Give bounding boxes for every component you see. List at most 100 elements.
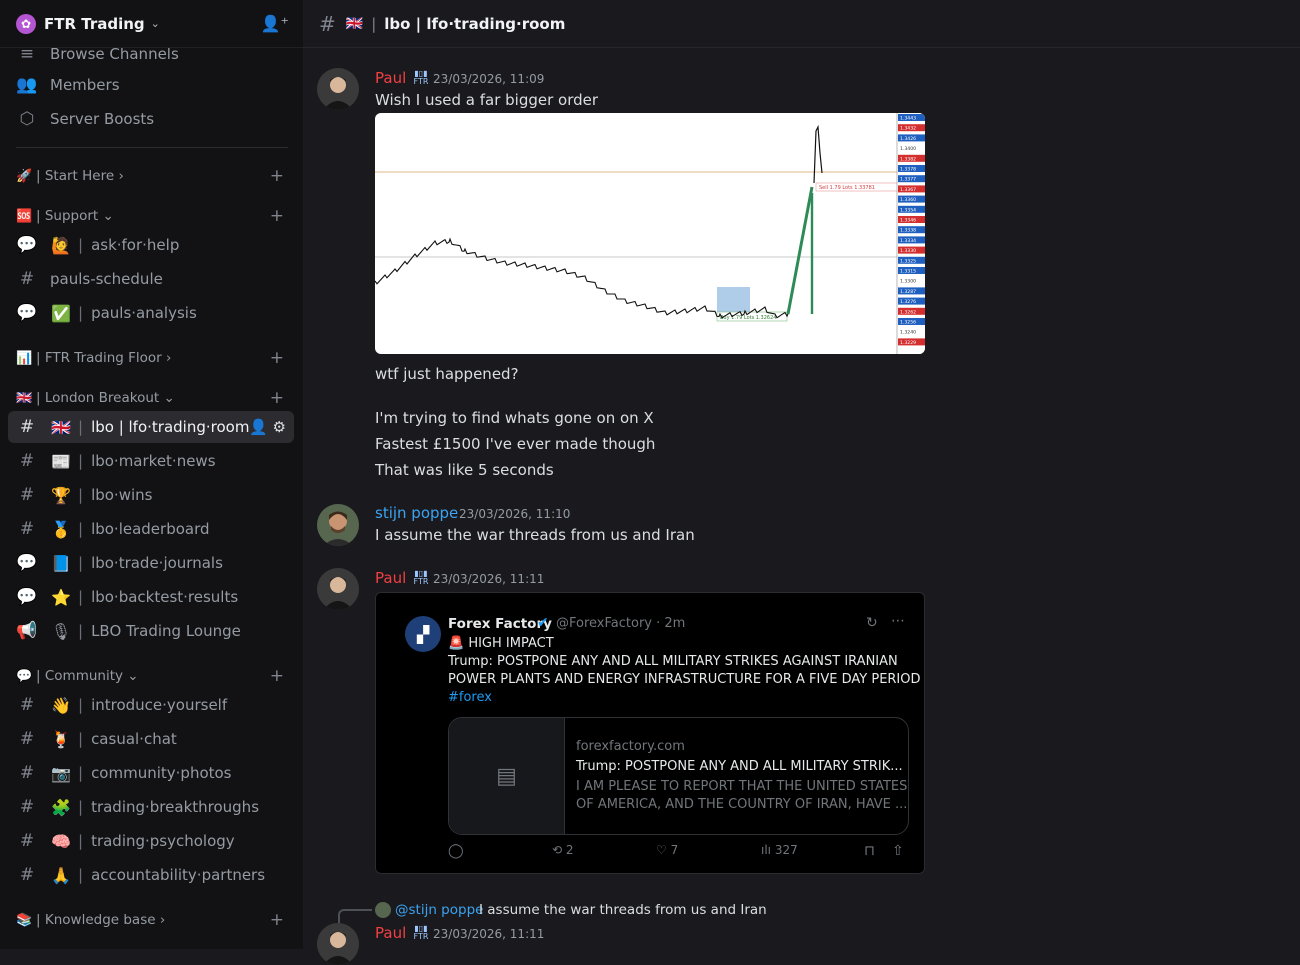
reply-preview[interactable]: I assume the war threads from us and Ira…: [479, 902, 767, 918]
reply-connector: [338, 909, 372, 925]
hash-icon: #: [19, 797, 35, 817]
channel-casual-chat[interactable]: # 🍹 | casual·chat: [8, 723, 294, 755]
svg-text:Buy 1.79 Lots 1.32624: Buy 1.79 Lots 1.32624: [720, 315, 776, 321]
members[interactable]: 👥 Members: [8, 69, 294, 101]
channel-trading-breakthroughs[interactable]: # 🧩 | trading·breakthroughs: [8, 791, 294, 823]
channel-lbo-wins[interactable]: # 🏆 | lbo·wins: [8, 479, 294, 511]
channel-lbo-leaderboard[interactable]: # 🥇 | lbo·leaderboard: [8, 513, 294, 545]
channel-trading-psychology[interactable]: # 🧠 | trading·psychology: [8, 825, 294, 857]
price-tag-label: 1.3229: [900, 340, 916, 346]
hash-icon: #: [19, 695, 35, 715]
refresh-icon[interactable]: ↻: [866, 615, 878, 631]
chevron-down-icon[interactable]: ⌄: [151, 17, 160, 30]
server-header[interactable]: ✿ FTR Trading ⌄ 👤⁺: [0, 0, 303, 48]
category-knowledge-base[interactable]: 📚 | Knowledge base › +: [16, 910, 288, 930]
share-icon[interactable]: ⇧: [892, 843, 904, 859]
avatar[interactable]: [317, 923, 359, 965]
hash-icon: #: [19, 763, 35, 783]
category-start-here[interactable]: 🚀 | Start Here › +: [16, 166, 288, 186]
hash-icon: #: [319, 11, 336, 36]
price-tag-label: 1.3330: [900, 248, 916, 254]
category-trading-floor[interactable]: 📊 | FTR Trading Floor › +: [16, 348, 288, 368]
channel-pauls-analysis[interactable]: 💬 ✅ | pauls·analysis: [8, 297, 294, 329]
add-channel-icon[interactable]: +: [270, 388, 284, 408]
price-tag-label: 1.3338: [900, 228, 916, 234]
author-name[interactable]: Paul: [375, 924, 406, 942]
avatar[interactable]: [317, 68, 359, 110]
retweet-button[interactable]: ⟲ 2: [552, 843, 574, 857]
more-icon[interactable]: ⋯: [891, 613, 905, 629]
avatar[interactable]: [317, 504, 359, 546]
views-button[interactable]: ılı 327: [761, 843, 798, 857]
invite-people-icon[interactable]: 👤⁺: [261, 14, 289, 33]
reply-icon[interactable]: ◯: [448, 843, 464, 859]
hash-icon: #: [19, 269, 35, 289]
price-tag-label: 1.3346: [900, 218, 916, 224]
chevron-right-icon: ›: [159, 912, 166, 928]
add-channel-icon[interactable]: +: [270, 910, 284, 930]
hash-icon: #: [19, 729, 35, 749]
price-tag-label: 1.3315: [900, 269, 916, 275]
hash-icon: #: [19, 485, 35, 505]
price-tag-label: 1.3262: [900, 309, 916, 315]
tweet-handle[interactable]: @ForexFactory · 2m: [556, 616, 685, 631]
price-tag-label: 1.3334: [900, 238, 916, 244]
books-icon: 📚: [16, 912, 33, 928]
channel-introduce-yourself[interactable]: # 👋 | introduce·yourself: [8, 689, 294, 721]
tweet-body: POWER PLANTS AND ENERGY INFRASTRUCTURE F…: [448, 672, 921, 687]
price-tag-label: 1.3300: [900, 279, 916, 285]
role-badge: ▮▯▮ FTR: [413, 924, 429, 941]
message-text: I assume the war threads from us and Ira…: [375, 526, 695, 544]
category-support[interactable]: 🆘 | Support ⌄ +: [16, 206, 288, 226]
tweet-embed[interactable]: ▞ Forex Factory ✔ @ForexFactory · 2m ↻ ⋯…: [375, 592, 925, 874]
like-button[interactable]: ♡ 7: [656, 843, 678, 857]
channel-pauls-schedule[interactable]: # pauls-schedule: [8, 263, 294, 295]
bookmark-icon[interactable]: ⊓: [864, 843, 875, 859]
link-preview-card[interactable]: ▤ forexfactory.com Trump: POSTPONE ANY A…: [448, 717, 909, 835]
category-community[interactable]: 💬 | Community ⌄ +: [16, 666, 288, 686]
add-channel-icon[interactable]: +: [270, 206, 284, 226]
channel-community-photos[interactable]: # 📷 | community·photos: [8, 757, 294, 789]
add-channel-icon[interactable]: +: [270, 166, 284, 186]
forum-icon: 💬: [16, 235, 38, 255]
channel-ask-for-help[interactable]: 💬 🙋 | ask·for·help: [8, 229, 294, 261]
reply-mention[interactable]: @stijn poppe: [395, 902, 483, 918]
role-badge: ▮▯▮ FTR: [413, 569, 429, 586]
rocket-icon: 🚀: [16, 168, 33, 184]
price-tag-label: 1.3367: [900, 187, 916, 193]
channel-lbo-trade-journals[interactable]: 💬 📘 | lbo·trade·journals: [8, 547, 294, 579]
author-name[interactable]: Paul: [375, 69, 406, 87]
channel-accountability-partners[interactable]: # 🙏 | accountability·partners: [8, 859, 294, 891]
server-name[interactable]: FTR Trading: [44, 15, 145, 33]
add-channel-icon[interactable]: +: [270, 348, 284, 368]
hash-icon: #: [19, 831, 35, 851]
add-channel-icon[interactable]: +: [270, 666, 284, 686]
avatar[interactable]: [317, 568, 359, 610]
role-badge: ▮▯▮ FTR: [413, 69, 429, 86]
channel-header: # 🇬🇧 | lbo | lfo·trading·room: [303, 0, 1300, 48]
channel-title: lbo | lfo·trading·room: [384, 14, 566, 33]
channel-lfo-trading-room[interactable]: # 🇬🇧 | lbo | lfo·trading·room 👤 ⚙: [8, 411, 294, 443]
channel-lbo-backtest-results[interactable]: 💬 ⭐ | lbo·backtest·results: [8, 581, 294, 613]
tweet-body: Trump: POSTPONE ANY AND ALL MILITARY STR…: [448, 654, 898, 669]
channel-lbo-trading-lounge[interactable]: 📢 🎙 | LBO Trading Lounge: [8, 615, 294, 647]
gear-icon[interactable]: ⚙: [273, 418, 286, 436]
invite-icon[interactable]: 👤: [249, 418, 268, 436]
hashtag-link[interactable]: #forex: [448, 690, 492, 705]
chevron-down-icon: ⌄: [163, 390, 175, 406]
card-desc: I AM PLEASE TO REPORT THAT THE UNITED ST…: [576, 779, 908, 794]
author-name[interactable]: stijn poppe: [375, 504, 458, 522]
category-london-breakout[interactable]: 🇬🇧 | London Breakout ⌄ +: [16, 388, 288, 408]
author-name[interactable]: Paul: [375, 569, 406, 587]
message-text: Wish I used a far bigger order: [375, 91, 599, 109]
divider: [16, 147, 288, 148]
chart-screenshot[interactable]: Buy 1.79 Lots 1.32624 Sell 1.79 Lots 1.3…: [375, 113, 925, 354]
channel-lbo-market-news[interactable]: # 📰 | lbo·market·news: [8, 445, 294, 477]
hash-icon: #: [19, 451, 35, 471]
chevron-right-icon: ›: [166, 350, 172, 366]
price-tag-label: 1.3325: [900, 258, 916, 264]
price-tag-label: 1.3426: [900, 136, 916, 142]
message-text: wtf just happened?: [375, 365, 519, 383]
forex-factory-avatar[interactable]: ▞: [405, 616, 441, 652]
server-boosts[interactable]: ⬡ Server Boosts: [8, 103, 294, 135]
